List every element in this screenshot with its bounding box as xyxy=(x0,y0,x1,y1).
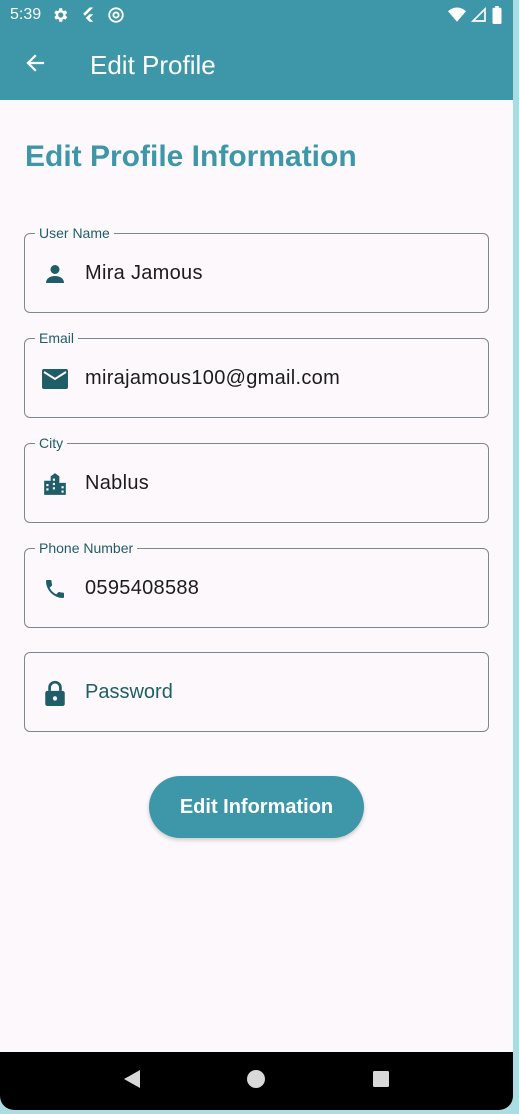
gear-icon xyxy=(51,6,69,24)
status-right xyxy=(447,6,503,24)
city-label: City xyxy=(35,434,68,452)
password-field[interactable] xyxy=(24,652,489,732)
status-left: 5:39 xyxy=(10,6,125,24)
app-bar-title: Edit Profile xyxy=(90,49,216,80)
back-button[interactable] xyxy=(0,30,70,100)
wifi-icon xyxy=(447,6,467,24)
city-icon xyxy=(41,470,69,498)
phone-screen: 5:39 Edit Profile Edit Profile Informati… xyxy=(0,0,513,1110)
system-nav-bar xyxy=(0,1052,513,1110)
phone-label: Phone Number xyxy=(35,539,138,557)
flutter-icon xyxy=(79,6,97,24)
app-bar: Edit Profile xyxy=(0,30,513,100)
username-field[interactable]: User Name Mira Jamous xyxy=(24,224,489,313)
phone-field[interactable]: Phone Number 0595408588 xyxy=(24,539,489,628)
arrow-left-icon xyxy=(23,51,47,80)
city-field[interactable]: City Nablus xyxy=(24,434,489,523)
email-value: mirajamous100@gmail.com xyxy=(85,367,341,389)
at-icon xyxy=(107,6,125,24)
person-icon xyxy=(41,260,69,288)
back-triangle-icon xyxy=(123,1069,141,1094)
home-circle-icon xyxy=(246,1069,266,1094)
mail-icon xyxy=(41,365,69,393)
battery-icon xyxy=(491,6,503,24)
nav-recents-button[interactable] xyxy=(361,1061,401,1101)
nav-home-button[interactable] xyxy=(236,1061,276,1101)
email-label: Email xyxy=(35,329,79,347)
lock-icon xyxy=(41,679,69,707)
signal-icon xyxy=(471,6,487,24)
status-bar: 5:39 xyxy=(0,0,513,30)
city-value: Nablus xyxy=(85,472,150,494)
edit-information-button[interactable]: Edit Information xyxy=(149,776,364,838)
recents-square-icon xyxy=(372,1070,390,1093)
status-time: 5:39 xyxy=(10,6,42,23)
username-value: Mira Jamous xyxy=(85,262,203,284)
password-input[interactable] xyxy=(85,673,475,711)
email-field[interactable]: Email mirajamous100@gmail.com xyxy=(24,329,489,418)
page-title: Edit Profile Information xyxy=(25,140,357,173)
nav-back-button[interactable] xyxy=(112,1061,152,1101)
phone-icon xyxy=(41,575,69,603)
phone-value: 0595408588 xyxy=(85,577,200,599)
username-label: User Name xyxy=(35,224,114,242)
